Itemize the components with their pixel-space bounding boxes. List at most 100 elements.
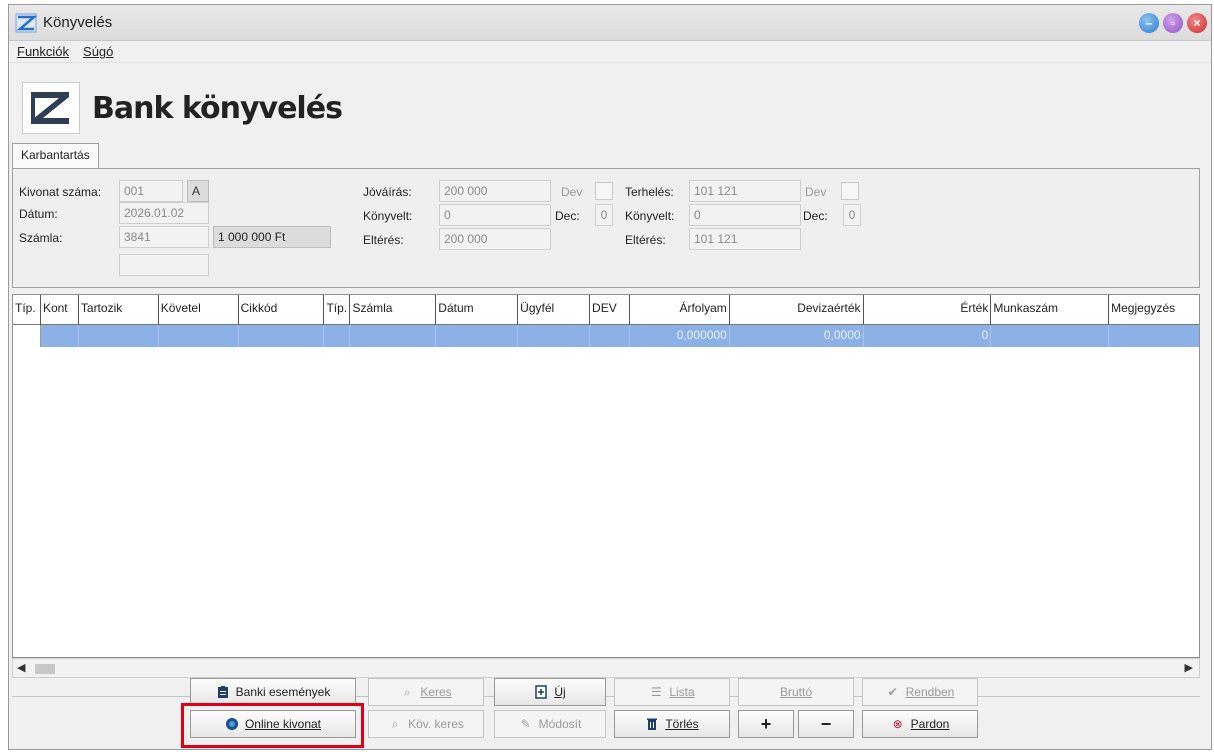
cell-arfolyam[interactable]: 0,000000: [630, 325, 730, 347]
terheles-dev-checkbox[interactable]: [841, 182, 859, 200]
jovairas-dec-label: Dec:: [555, 209, 580, 223]
title-bar[interactable]: Könyvelés – ▫ ×: [9, 5, 1211, 41]
cell-kont[interactable]: [41, 325, 79, 347]
cell-munkaszam[interactable]: [991, 325, 1110, 347]
col-tip2[interactable]: Típ.: [324, 295, 351, 325]
horizontal-scrollbar[interactable]: ◀ ▶: [12, 658, 1200, 678]
cell-tip[interactable]: [13, 325, 41, 347]
cell-tartozik[interactable]: [79, 325, 159, 347]
kivonat-suffix-field[interactable]: A: [187, 180, 209, 202]
search-icon: ⌕: [403, 684, 411, 699]
cell-szamla[interactable]: [350, 325, 437, 347]
datum-label: Dátum:: [19, 207, 58, 221]
list-icon: ☰: [650, 685, 662, 699]
terheles-elteres-field: 101 121: [689, 228, 801, 250]
restore-button[interactable]: ▫: [1163, 13, 1183, 33]
brutto-label: Bruttó: [779, 685, 812, 699]
cell-devizaertek[interactable]: 0,0000: [730, 325, 864, 347]
jovairas-dev-label: Dev: [561, 185, 583, 199]
jovairas-dev-checkbox[interactable]: [595, 182, 613, 200]
szamla-label: Számla:: [19, 231, 63, 245]
jovairas-dec-field[interactable]: 0: [595, 204, 613, 226]
table-row[interactable]: 0,000000 0,0000 0: [13, 325, 1199, 347]
lista-label: Lista: [669, 685, 695, 699]
col-szamla[interactable]: Számla: [350, 295, 437, 325]
col-tip[interactable]: Típ.: [13, 295, 41, 325]
jovairas-konyvelt-label: Könyvelt:: [363, 209, 413, 223]
col-kovetel[interactable]: Követel: [159, 295, 239, 325]
entries-grid[interactable]: Típ. Kont Tartozik Követel Cikkód Típ. S…: [12, 294, 1200, 658]
kov-keres-button[interactable]: ⌕ Köv. keres: [368, 710, 484, 738]
col-ertek[interactable]: Érték: [864, 295, 992, 325]
search-icon: ⌕: [391, 716, 399, 731]
cell-kovetel[interactable]: [159, 325, 239, 347]
kivonat-field[interactable]: 001: [119, 180, 183, 202]
keres-label: Keres: [420, 685, 452, 699]
rendben-label: Rendben: [905, 685, 955, 699]
banki-esemenyek-label: Banki események: [235, 685, 331, 699]
terheles-elteres-label: Eltérés:: [625, 233, 666, 247]
jovairas-elteres-label: Eltérés:: [363, 233, 404, 247]
check-circle-icon: ✔: [887, 685, 898, 699]
szamla-field[interactable]: 3841: [119, 226, 209, 248]
datum-field[interactable]: 2026.01.02: [119, 202, 209, 224]
highlight-box: [181, 703, 364, 748]
menu-sugo[interactable]: Súgó: [83, 44, 113, 59]
uj-button[interactable]: Új: [494, 678, 606, 706]
terheles-dec-field[interactable]: 0: [843, 204, 861, 226]
pardon-label: Pardon: [910, 717, 950, 731]
terheles-konyvelt-label: Könyvelt:: [625, 209, 675, 223]
jovairas-elteres-field: 200 000: [439, 228, 551, 250]
minimize-button[interactable]: –: [1139, 13, 1159, 33]
terheles-field: 101 121: [689, 180, 801, 202]
cell-cikkod[interactable]: [239, 325, 325, 347]
modosit-label: Módosít: [538, 717, 582, 731]
torles-label: Törlés: [665, 717, 699, 731]
clipboard-icon: [216, 685, 230, 699]
cell-ugyfel[interactable]: [518, 325, 591, 347]
kov-keres-label: Köv. keres: [408, 717, 464, 731]
minus-label: −: [820, 713, 832, 734]
cancel-circle-icon: ⊗: [892, 717, 903, 731]
cell-datum[interactable]: [436, 325, 519, 347]
cell-tip2[interactable]: [324, 325, 351, 347]
lista-button[interactable]: ☰ Lista: [614, 678, 730, 706]
extra-field[interactable]: [119, 254, 209, 276]
close-button[interactable]: ×: [1187, 13, 1207, 33]
col-datum[interactable]: Dátum: [436, 295, 519, 325]
page-title: Bank könyvelés: [92, 90, 343, 126]
szamla-amount: 1 000 000 Ft: [213, 226, 331, 248]
menu-funkciok[interactable]: Funkciók: [17, 44, 69, 59]
modosit-button[interactable]: ✎ Módosít: [494, 710, 606, 738]
terheles-konyvelt-field: 0: [689, 204, 801, 226]
col-megjegyzes[interactable]: Megjegyzés: [1109, 295, 1199, 325]
keres-button[interactable]: ⌕ Keres: [368, 678, 484, 706]
rendben-button[interactable]: ✔ Rendben: [862, 678, 978, 706]
banki-esemenyek-button[interactable]: Banki események: [190, 678, 356, 706]
scroll-right-icon[interactable]: ▶: [1185, 661, 1193, 674]
minus-button[interactable]: −: [798, 710, 854, 738]
col-devizaertek[interactable]: Devizaérték: [730, 295, 864, 325]
col-arfolyam[interactable]: Árfolyam: [630, 295, 730, 325]
cell-ertek[interactable]: 0: [864, 325, 992, 347]
cell-dev[interactable]: [590, 325, 630, 347]
cell-megjegyzes[interactable]: [1109, 325, 1199, 347]
scroll-thumb[interactable]: [35, 664, 55, 674]
grid-header: Típ. Kont Tartozik Követel Cikkód Típ. S…: [13, 295, 1199, 325]
brutto-button[interactable]: Bruttó: [738, 678, 854, 706]
pardon-button[interactable]: ⊗ Pardon: [862, 710, 978, 738]
kivonat-label: Kivonat száma:: [19, 185, 102, 199]
scroll-left-icon[interactable]: ◀: [17, 661, 25, 674]
col-munkaszam[interactable]: Munkaszám: [991, 295, 1110, 325]
col-tartozik[interactable]: Tartozik: [79, 295, 159, 325]
tab-karbantartas[interactable]: Karbantartás: [12, 143, 99, 169]
statement-form: Kivonat száma: 001 A Dátum: 2026.01.02 S…: [12, 168, 1200, 288]
col-ugyfel[interactable]: Ügyfél: [518, 295, 591, 325]
col-kont[interactable]: Kont: [41, 295, 79, 325]
uj-label: Új: [554, 685, 566, 699]
torles-button[interactable]: Törlés: [614, 710, 730, 738]
col-cikkod[interactable]: Cikkód: [239, 295, 325, 325]
col-dev[interactable]: DEV: [590, 295, 630, 325]
plus-button[interactable]: +: [738, 710, 794, 738]
trash-icon: [645, 717, 659, 731]
